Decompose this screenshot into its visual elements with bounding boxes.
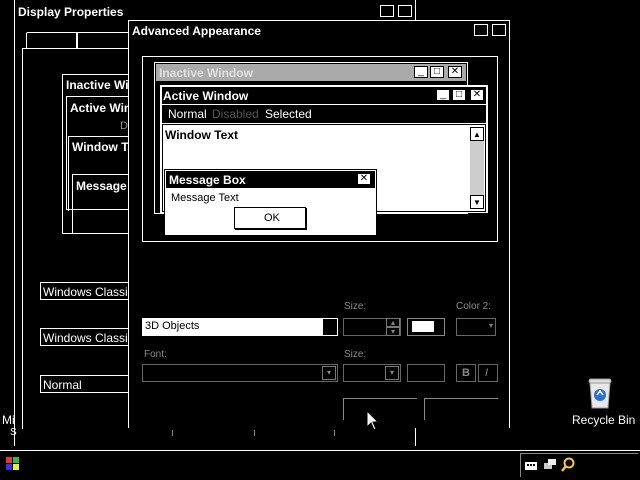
advanced-appearance-title: Advanced Appearance: [132, 24, 261, 38]
active-window-title: Active Window: [163, 89, 249, 103]
recycle-bin-label[interactable]: Recycle Bin: [572, 413, 635, 427]
recycle-bin-icon[interactable]: [586, 376, 614, 410]
mouse-cursor-icon: [366, 410, 380, 431]
font-size-label: Size:: [344, 349, 367, 360]
bold-button[interactable]: B: [456, 364, 476, 382]
inactive-close-icon: ✕: [448, 66, 462, 78]
advanced-cancel-button[interactable]: [424, 398, 498, 420]
menu-normal: Normal: [168, 107, 207, 121]
message-box-close-icon: ✕: [357, 173, 371, 185]
item-select-dropdown-icon[interactable]: [322, 318, 338, 336]
color2-dropdown-icon[interactable]: ▾: [484, 320, 498, 334]
window-text: Window Text: [165, 128, 238, 142]
display-properties-help-button[interactable]: [380, 5, 394, 17]
theme-select[interactable]: Windows Classic: [40, 282, 134, 300]
size-spin-down-icon[interactable]: ▾: [386, 327, 400, 336]
network-tray-icon[interactable]: [542, 457, 558, 473]
item-select-value: 3D Objects: [145, 320, 200, 332]
windows-logo-icon: [6, 457, 19, 470]
desktop-fragment-s: S: [10, 427, 17, 438]
display-bottom-divider-3: [334, 430, 335, 436]
menu-selected: Selected: [265, 107, 312, 121]
tab-themes[interactable]: [26, 32, 78, 49]
message-box-ok-button: OK: [234, 207, 306, 229]
menu-disabled: Disabled: [212, 107, 259, 121]
display-bottom-divider: [172, 430, 173, 436]
font-size-select[interactable]: Normal: [40, 375, 130, 393]
font-label: Font:: [144, 349, 167, 360]
display-properties-close-button[interactable]: [398, 5, 412, 17]
preview-disabled-text: D: [120, 120, 128, 132]
inactive-window-title: Inactive Window: [159, 66, 253, 80]
color-scheme-select-value: Windows Classic: [43, 331, 134, 345]
active-minimize-icon: _: [436, 89, 450, 101]
message-box-title: Message Box: [169, 173, 246, 187]
font-dropdown-icon[interactable]: ▾: [322, 366, 336, 380]
scroll-down-icon: ▼: [470, 195, 484, 209]
scroll-up-icon: ▲: [470, 127, 484, 141]
inactive-maximize-icon: □: [430, 66, 444, 78]
search-tray-icon[interactable]: [560, 457, 576, 473]
color-scheme-select[interactable]: Windows Classic: [40, 328, 134, 346]
desktop-fragment-mi: Mi: [2, 413, 15, 427]
color1-swatch: [412, 321, 434, 332]
ok-button-label: OK: [264, 212, 280, 224]
advanced-ok-button[interactable]: [343, 398, 417, 420]
item-select[interactable]: 3D Objects: [142, 318, 322, 336]
display-properties-title: Display Properties: [18, 5, 124, 19]
font-size-select-value: Normal: [43, 378, 82, 392]
italic-button[interactable]: I: [478, 364, 498, 382]
bold-button-label: B: [462, 367, 470, 379]
active-maximize-icon: □: [452, 89, 466, 101]
advanced-close-button[interactable]: [492, 24, 506, 36]
menu-bar: [162, 105, 486, 123]
preview-message-title: Message: [76, 179, 127, 193]
display-bottom-divider-2: [254, 430, 255, 436]
preview-active-title: Active Win: [70, 101, 132, 115]
tab-desktop[interactable]: [76, 32, 132, 49]
italic-button-label: I: [485, 367, 489, 379]
inactive-minimize-icon: _: [414, 66, 428, 78]
theme-select-value: Windows Classic: [43, 285, 134, 299]
size-label: Size:: [344, 301, 367, 312]
color2-label: Color 2:: [456, 301, 492, 312]
font-size-dropdown-icon[interactable]: ▾: [385, 366, 399, 380]
size-spin-up-icon[interactable]: ▴: [386, 318, 400, 327]
preview-inactive-title: Inactive Wi: [66, 78, 129, 92]
preview-window-text: Window Te: [72, 140, 135, 154]
message-box-text: Message Text: [171, 192, 239, 204]
advanced-help-button[interactable]: [474, 24, 488, 36]
keyboard-tray-icon[interactable]: [524, 460, 538, 472]
font-select[interactable]: [142, 364, 338, 382]
font-color-button[interactable]: [407, 364, 445, 382]
active-close-icon: ✕: [470, 89, 484, 101]
